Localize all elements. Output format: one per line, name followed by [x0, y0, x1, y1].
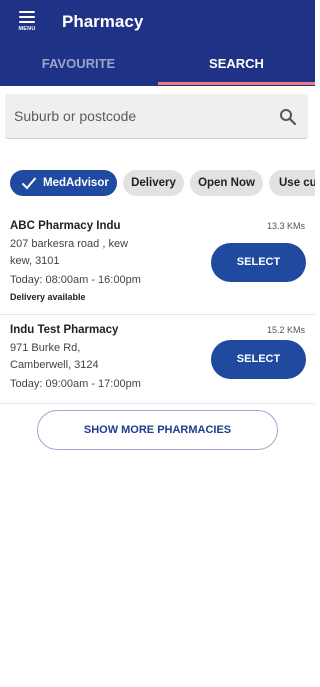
- active-tab-indicator: [158, 82, 315, 85]
- tab-favourite[interactable]: FAVOURITE: [0, 44, 157, 86]
- select-button[interactable]: SELECT: [211, 243, 306, 282]
- filter-chip-delivery[interactable]: Delivery: [123, 170, 184, 196]
- pharmacy-name: Indu Test Pharmacy: [10, 324, 119, 336]
- pharmacy-address-line1: 207 barkesra road , kew: [10, 238, 129, 250]
- delivery-available-label: Delivery available: [10, 292, 86, 302]
- filter-chip-medadvisor[interactable]: MedAdvisor: [10, 170, 117, 196]
- search-bar: [5, 94, 308, 139]
- pharmacy-distance: 13.3 KMs: [266, 221, 305, 231]
- page-title: Pharmacy: [62, 12, 144, 31]
- search-icon[interactable]: [279, 108, 297, 126]
- pharmacy-distance: 15.2 KMs: [266, 325, 305, 335]
- pharmacy-hours: Today: 08:00am - 16:00pm: [10, 274, 141, 286]
- app-bar: MENU Pharmacy: [0, 0, 315, 44]
- pharmacy-name: ABC Pharmacy Indu: [10, 220, 121, 232]
- pharmacy-address-line2: kew, 3101: [10, 255, 60, 267]
- pharmacy-address-line1: 971 Burke Rd,: [10, 342, 81, 354]
- tab-search[interactable]: SEARCH: [158, 44, 315, 86]
- filter-chip-use-current-location[interactable]: Use cu: [269, 170, 315, 196]
- filter-chip-open-now[interactable]: Open Now: [190, 170, 263, 196]
- filter-chip-label: MedAdvisor: [43, 177, 109, 189]
- tab-bar: FAVOURITE SEARCH: [0, 44, 315, 86]
- pharmacy-address: 971 Burke Rd, Camberwell, 3124: [10, 340, 150, 374]
- check-icon: [21, 177, 37, 190]
- filter-chips: MedAdvisor Delivery Open Now Use cu: [10, 170, 315, 197]
- menu-label: MENU: [18, 26, 36, 32]
- search-input[interactable]: [14, 104, 264, 128]
- hamburger-icon: [19, 11, 35, 13]
- pharmacy-list-item: Indu Test Pharmacy 15.2 KMs 971 Burke Rd…: [0, 316, 315, 404]
- pharmacy-address: 207 barkesra road , kew kew, 3101: [10, 236, 150, 270]
- pharmacy-address-line2: Camberwell, 3124: [10, 359, 99, 371]
- menu-button[interactable]: MENU: [14, 9, 40, 35]
- pharmacy-hours: Today: 09:00am - 17:00pm: [10, 378, 141, 390]
- select-button[interactable]: SELECT: [211, 340, 306, 379]
- pharmacy-list-item: ABC Pharmacy Indu 13.3 KMs 207 barkesra …: [0, 212, 315, 315]
- show-more-pharmacies-button[interactable]: SHOW MORE PHARMACIES: [37, 410, 278, 450]
